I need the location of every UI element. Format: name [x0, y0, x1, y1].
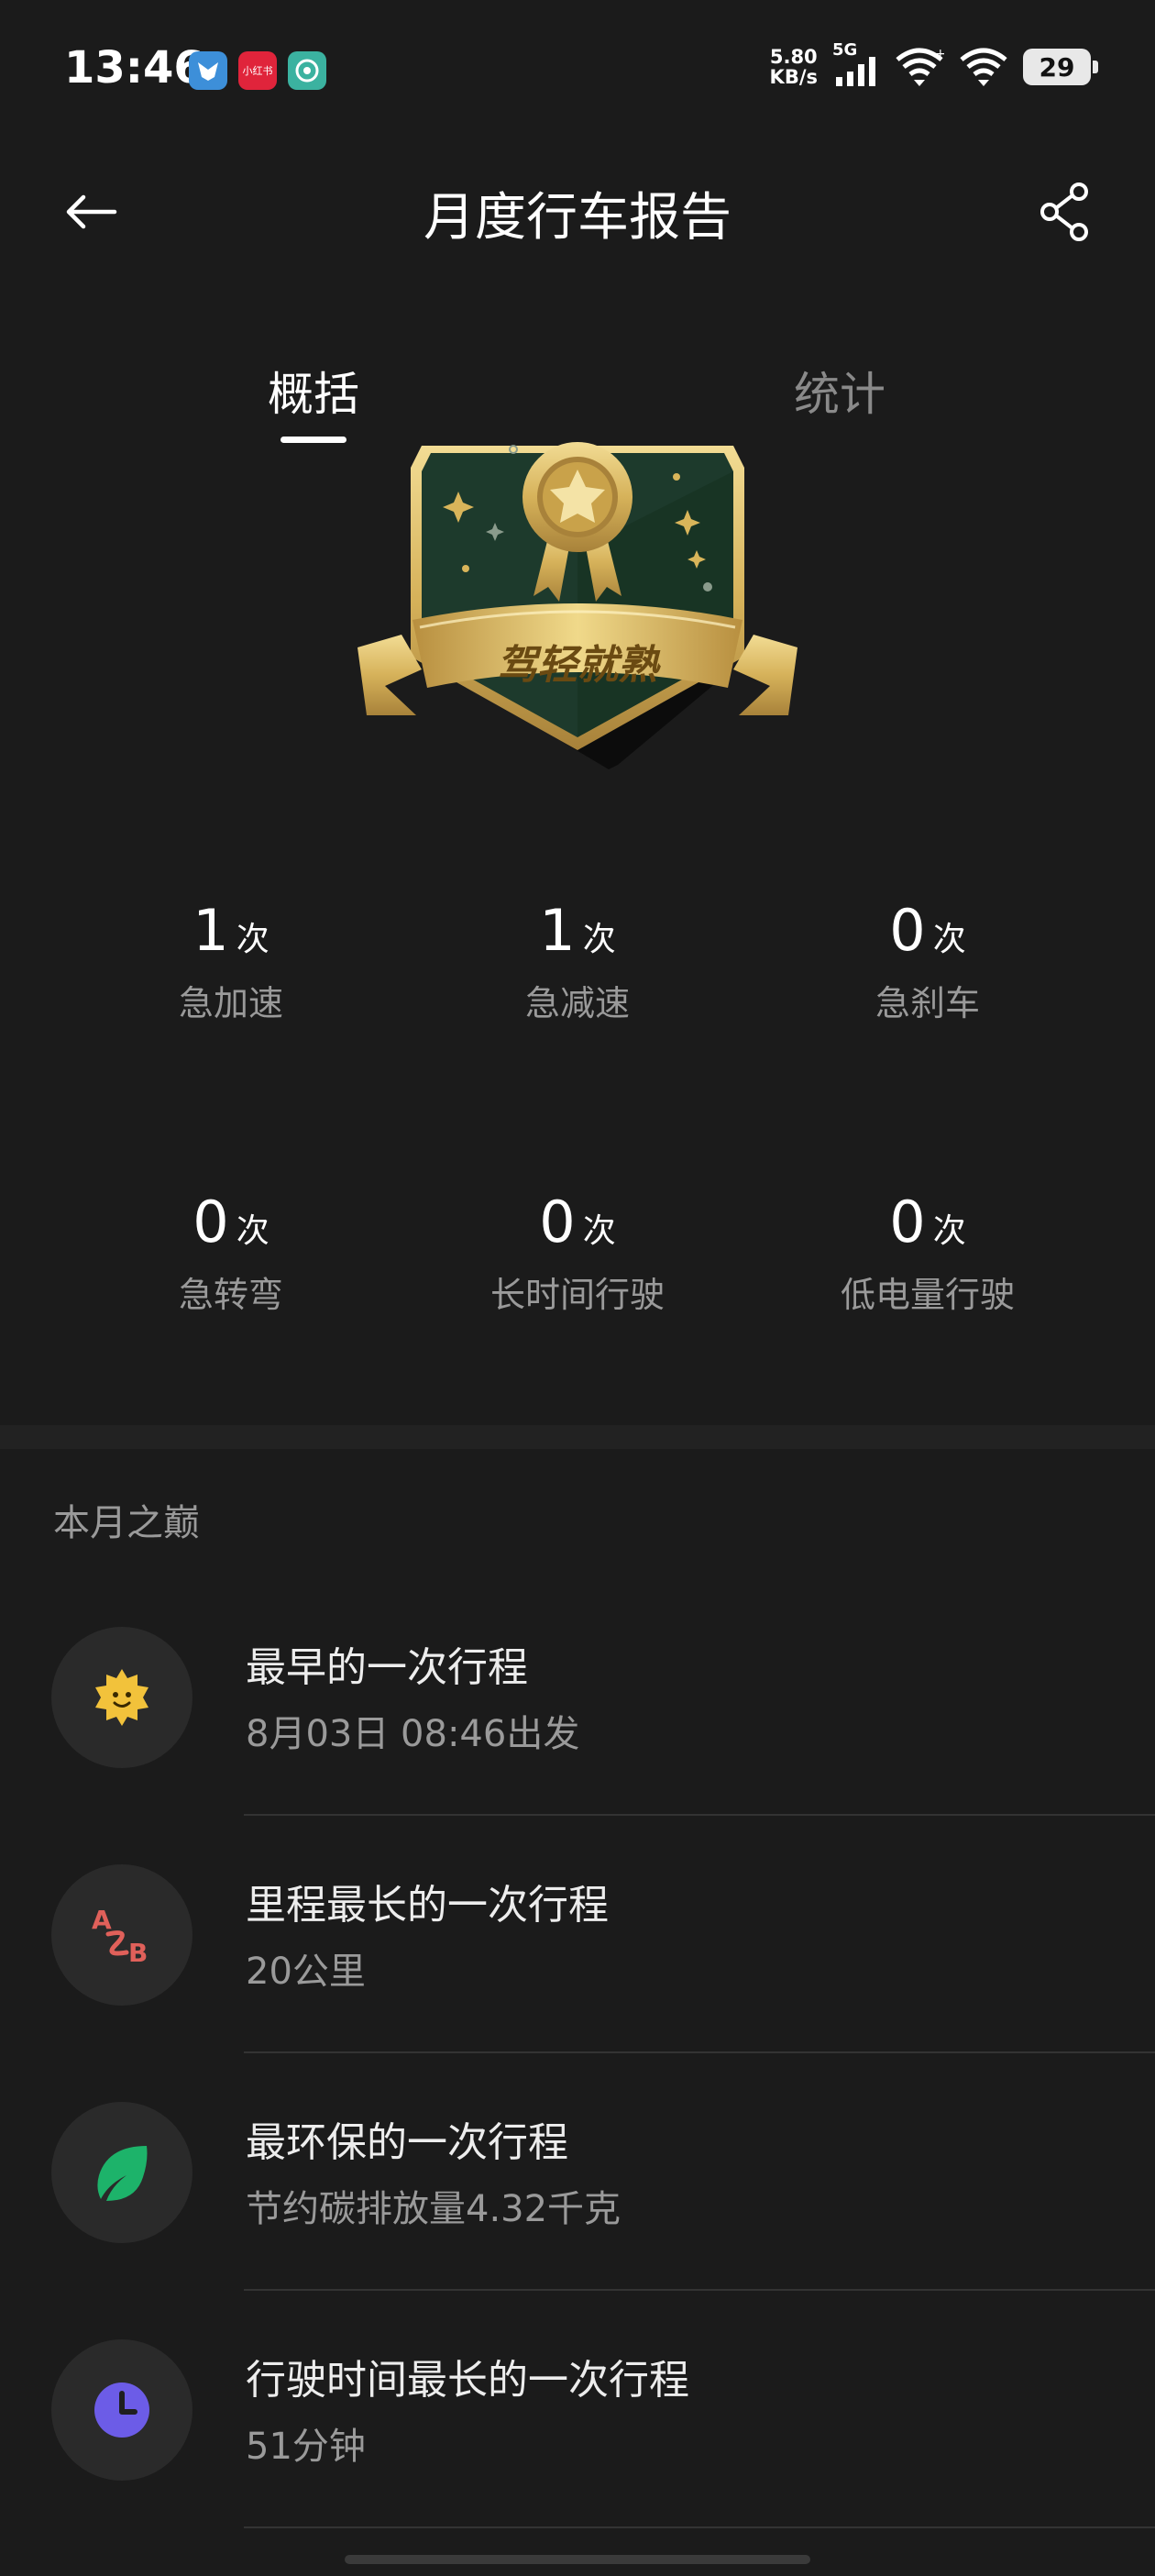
svg-text:B: B — [128, 1938, 148, 1968]
cellular-signal-icon — [836, 57, 875, 86]
achievement-badge: 驾轻就熟 — [358, 442, 798, 769]
tab-overview[interactable]: 概括 — [268, 358, 359, 424]
highlight-earliest-trip[interactable]: 最早的一次行程 8月03日 08:46出发 — [0, 1627, 1155, 1863]
status-bar: 13:46 小红书 5.80 KB/s 5G + 29 — [0, 0, 1155, 138]
sun-icon — [95, 1669, 148, 1726]
item-title: 里程最长的一次行程 — [246, 1882, 609, 1929]
wifi-icon-1: + — [896, 47, 944, 86]
battery-indicator: 29 — [1023, 49, 1098, 85]
highlight-most-eco-trip[interactable]: 最环保的一次行程 节约碳排放量4.32千克 — [0, 2102, 1155, 2338]
stat-hard-braking: 0次 急刹车 — [754, 897, 1102, 1025]
stat-value: 0 — [889, 897, 926, 964]
item-subtitle: 8月03日 08:46出发 — [246, 1713, 580, 1755]
xiaohongshu-app-label: 小红书 — [242, 65, 273, 77]
svg-text:+: + — [935, 47, 944, 61]
home-indicator[interactable] — [345, 2555, 810, 2564]
stat-unit: 次 — [932, 921, 966, 958]
item-title: 最环保的一次行程 — [246, 2119, 568, 2166]
wifi-helper-app-icon — [288, 51, 326, 90]
stat-value: 0 — [539, 1188, 576, 1255]
net-speed-unit: KB/s — [769, 66, 818, 88]
item-title: 最早的一次行程 — [246, 1644, 528, 1691]
cellular-signal: 5G — [832, 40, 880, 88]
stat-rapid-deceleration: 1次 急减速 — [403, 897, 752, 1025]
fox-app-icon — [189, 51, 227, 90]
clock-icon — [94, 2383, 149, 2438]
list-divider — [244, 1814, 1155, 1816]
item-title: 行驶时间最长的一次行程 — [246, 2357, 689, 2404]
stat-label: 长时间行驶 — [490, 1275, 665, 1315]
page-title: 月度行车报告 — [424, 188, 732, 248]
stat-low-battery-driving: 0次 低电量行驶 — [754, 1188, 1102, 1317]
net-speed-value: 5.80 — [769, 46, 818, 68]
section-title: 本月之巅 — [53, 1502, 200, 1544]
tab-statistics[interactable]: 统计 — [794, 358, 886, 424]
item-icon-wrapper — [51, 2339, 192, 2481]
route-a-to-b-icon: A B — [92, 1905, 148, 1968]
item-subtitle: 节约碳排放量4.32千克 — [246, 2188, 622, 2230]
item-icon-wrapper — [51, 2102, 192, 2243]
active-tab-indicator — [280, 437, 346, 443]
stat-label: 急转弯 — [178, 1275, 283, 1315]
stat-label: 低电量行驶 — [840, 1275, 1015, 1315]
stat-label: 急减速 — [524, 983, 630, 1023]
leaf-icon — [97, 2146, 148, 2201]
stat-value: 1 — [192, 897, 229, 964]
stat-unit: 次 — [236, 921, 270, 958]
list-divider — [244, 2289, 1155, 2291]
stat-long-driving: 0次 长时间行驶 — [403, 1188, 752, 1317]
svg-text:A: A — [92, 1905, 112, 1935]
highlight-longest-duration-trip[interactable]: 行驶时间最长的一次行程 51分钟 — [0, 2339, 1155, 2576]
status-right-group: 5.80 KB/s 5G + 29 — [770, 40, 1098, 88]
stat-unit: 次 — [236, 1212, 270, 1250]
net-speed: 5.80 KB/s — [770, 47, 818, 87]
item-icon-wrapper — [51, 1627, 192, 1768]
item-icon-wrapper: A B — [51, 1864, 192, 2006]
item-subtitle: 20公里 — [246, 1951, 366, 1993]
item-subtitle: 51分钟 — [246, 2426, 366, 2468]
stat-unit: 次 — [582, 921, 616, 958]
stat-value: 0 — [192, 1188, 229, 1255]
badge-text: 驾轻就熟 — [497, 642, 661, 689]
stat-unit: 次 — [932, 1212, 966, 1250]
highlight-longest-distance-trip[interactable]: A B 里程最长的一次行程 20公里 — [0, 1864, 1155, 2101]
stat-label: 急加速 — [178, 983, 283, 1023]
list-divider — [244, 2526, 1155, 2528]
stat-value: 0 — [889, 1188, 926, 1255]
stat-label: 急刹车 — [874, 983, 980, 1023]
xiaohongshu-app-icon: 小红书 — [238, 51, 277, 90]
stat-rapid-acceleration: 1次 急加速 — [57, 897, 405, 1025]
stat-value: 1 — [539, 897, 576, 964]
status-time: 13:46 — [64, 42, 204, 94]
list-divider — [244, 2051, 1155, 2053]
notification-app-icons: 小红书 — [189, 51, 326, 90]
stat-sharp-turn: 0次 急转弯 — [57, 1188, 405, 1317]
wifi-icon-2 — [960, 48, 1007, 86]
section-divider — [0, 1425, 1155, 1449]
share-icon — [1040, 182, 1088, 241]
stat-unit: 次 — [582, 1212, 616, 1250]
share-button[interactable] — [1032, 180, 1096, 244]
